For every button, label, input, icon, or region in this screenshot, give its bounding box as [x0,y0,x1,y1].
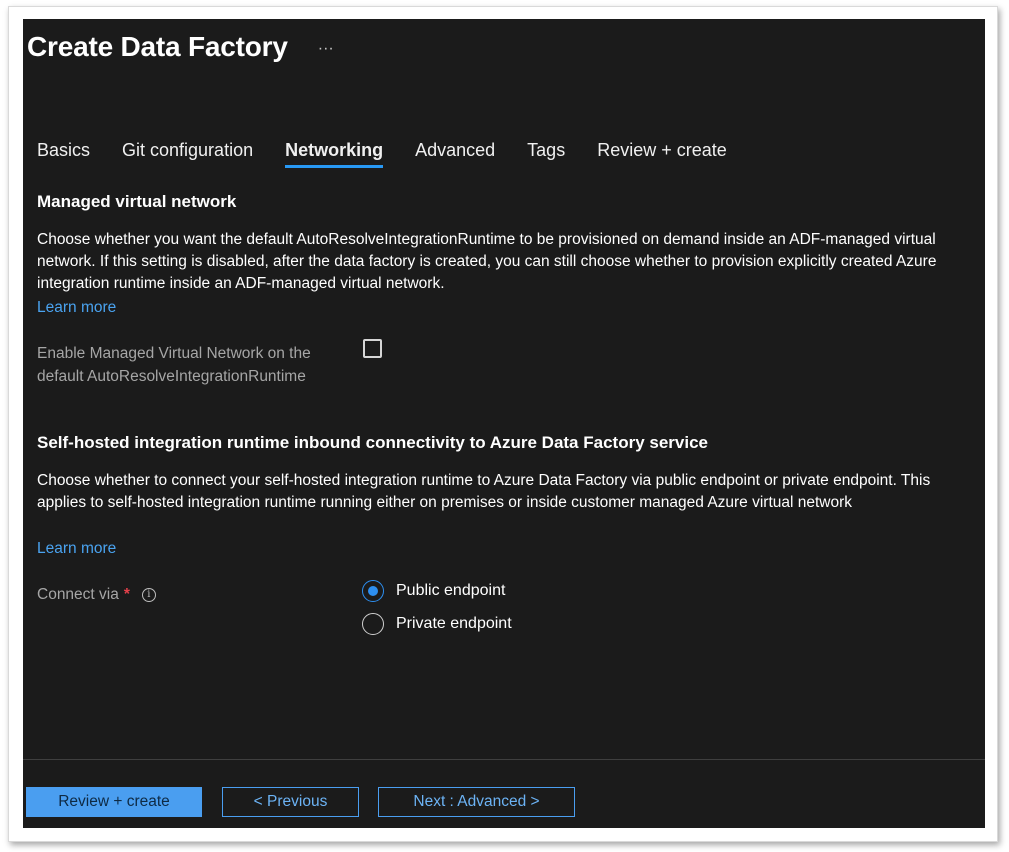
radio-private-endpoint-circle[interactable] [362,613,384,635]
radio-public-endpoint-circle[interactable] [362,580,384,602]
tab-basics[interactable]: Basics [37,140,90,168]
shir-heading: Self-hosted integration runtime inbound … [37,433,708,452]
tab-git-configuration[interactable]: Git configuration [122,140,253,168]
shir-learn-more-link[interactable]: Learn more [37,540,116,558]
title-row: Create Data Factory ··· [27,31,334,63]
create-data-factory-panel: Create Data Factory ··· Basics Git confi… [23,19,985,828]
required-marker: * [123,586,130,603]
tab-tags[interactable]: Tags [527,140,565,168]
connect-via-label: Connect via * i [37,586,156,604]
next-advanced-button[interactable]: Next : Advanced > [378,787,575,817]
radio-public-endpoint-label: Public endpoint [396,582,506,599]
previous-button[interactable]: < Previous [222,787,359,817]
review-create-button[interactable]: Review + create [26,787,202,817]
enable-managed-vnet-checkbox[interactable] [363,339,382,358]
connect-via-text: Connect via [37,586,119,603]
managed-vnet-learn-more-link[interactable]: Learn more [37,299,116,317]
radio-public-endpoint[interactable]: Public endpoint [362,580,505,602]
footer-divider [23,759,985,760]
tab-advanced[interactable]: Advanced [415,140,495,168]
enable-managed-vnet-label: Enable Managed Virtual Network on the de… [37,345,311,385]
tab-review-create[interactable]: Review + create [597,140,727,168]
more-options-icon[interactable]: ··· [318,40,334,58]
info-icon[interactable]: i [141,588,156,602]
radio-private-endpoint-label: Private endpoint [396,615,512,632]
page-title: Create Data Factory [27,31,288,62]
radio-selected-dot [368,586,378,596]
tab-bar: Basics Git configuration Networking Adva… [37,140,759,168]
managed-vnet-heading: Managed virtual network [37,192,237,211]
radio-private-endpoint[interactable]: Private endpoint [362,613,512,635]
managed-vnet-description: Choose whether you want the default Auto… [37,231,937,292]
tab-networking[interactable]: Networking [285,140,384,168]
shir-description: Choose whether to connect your self-host… [37,472,931,511]
